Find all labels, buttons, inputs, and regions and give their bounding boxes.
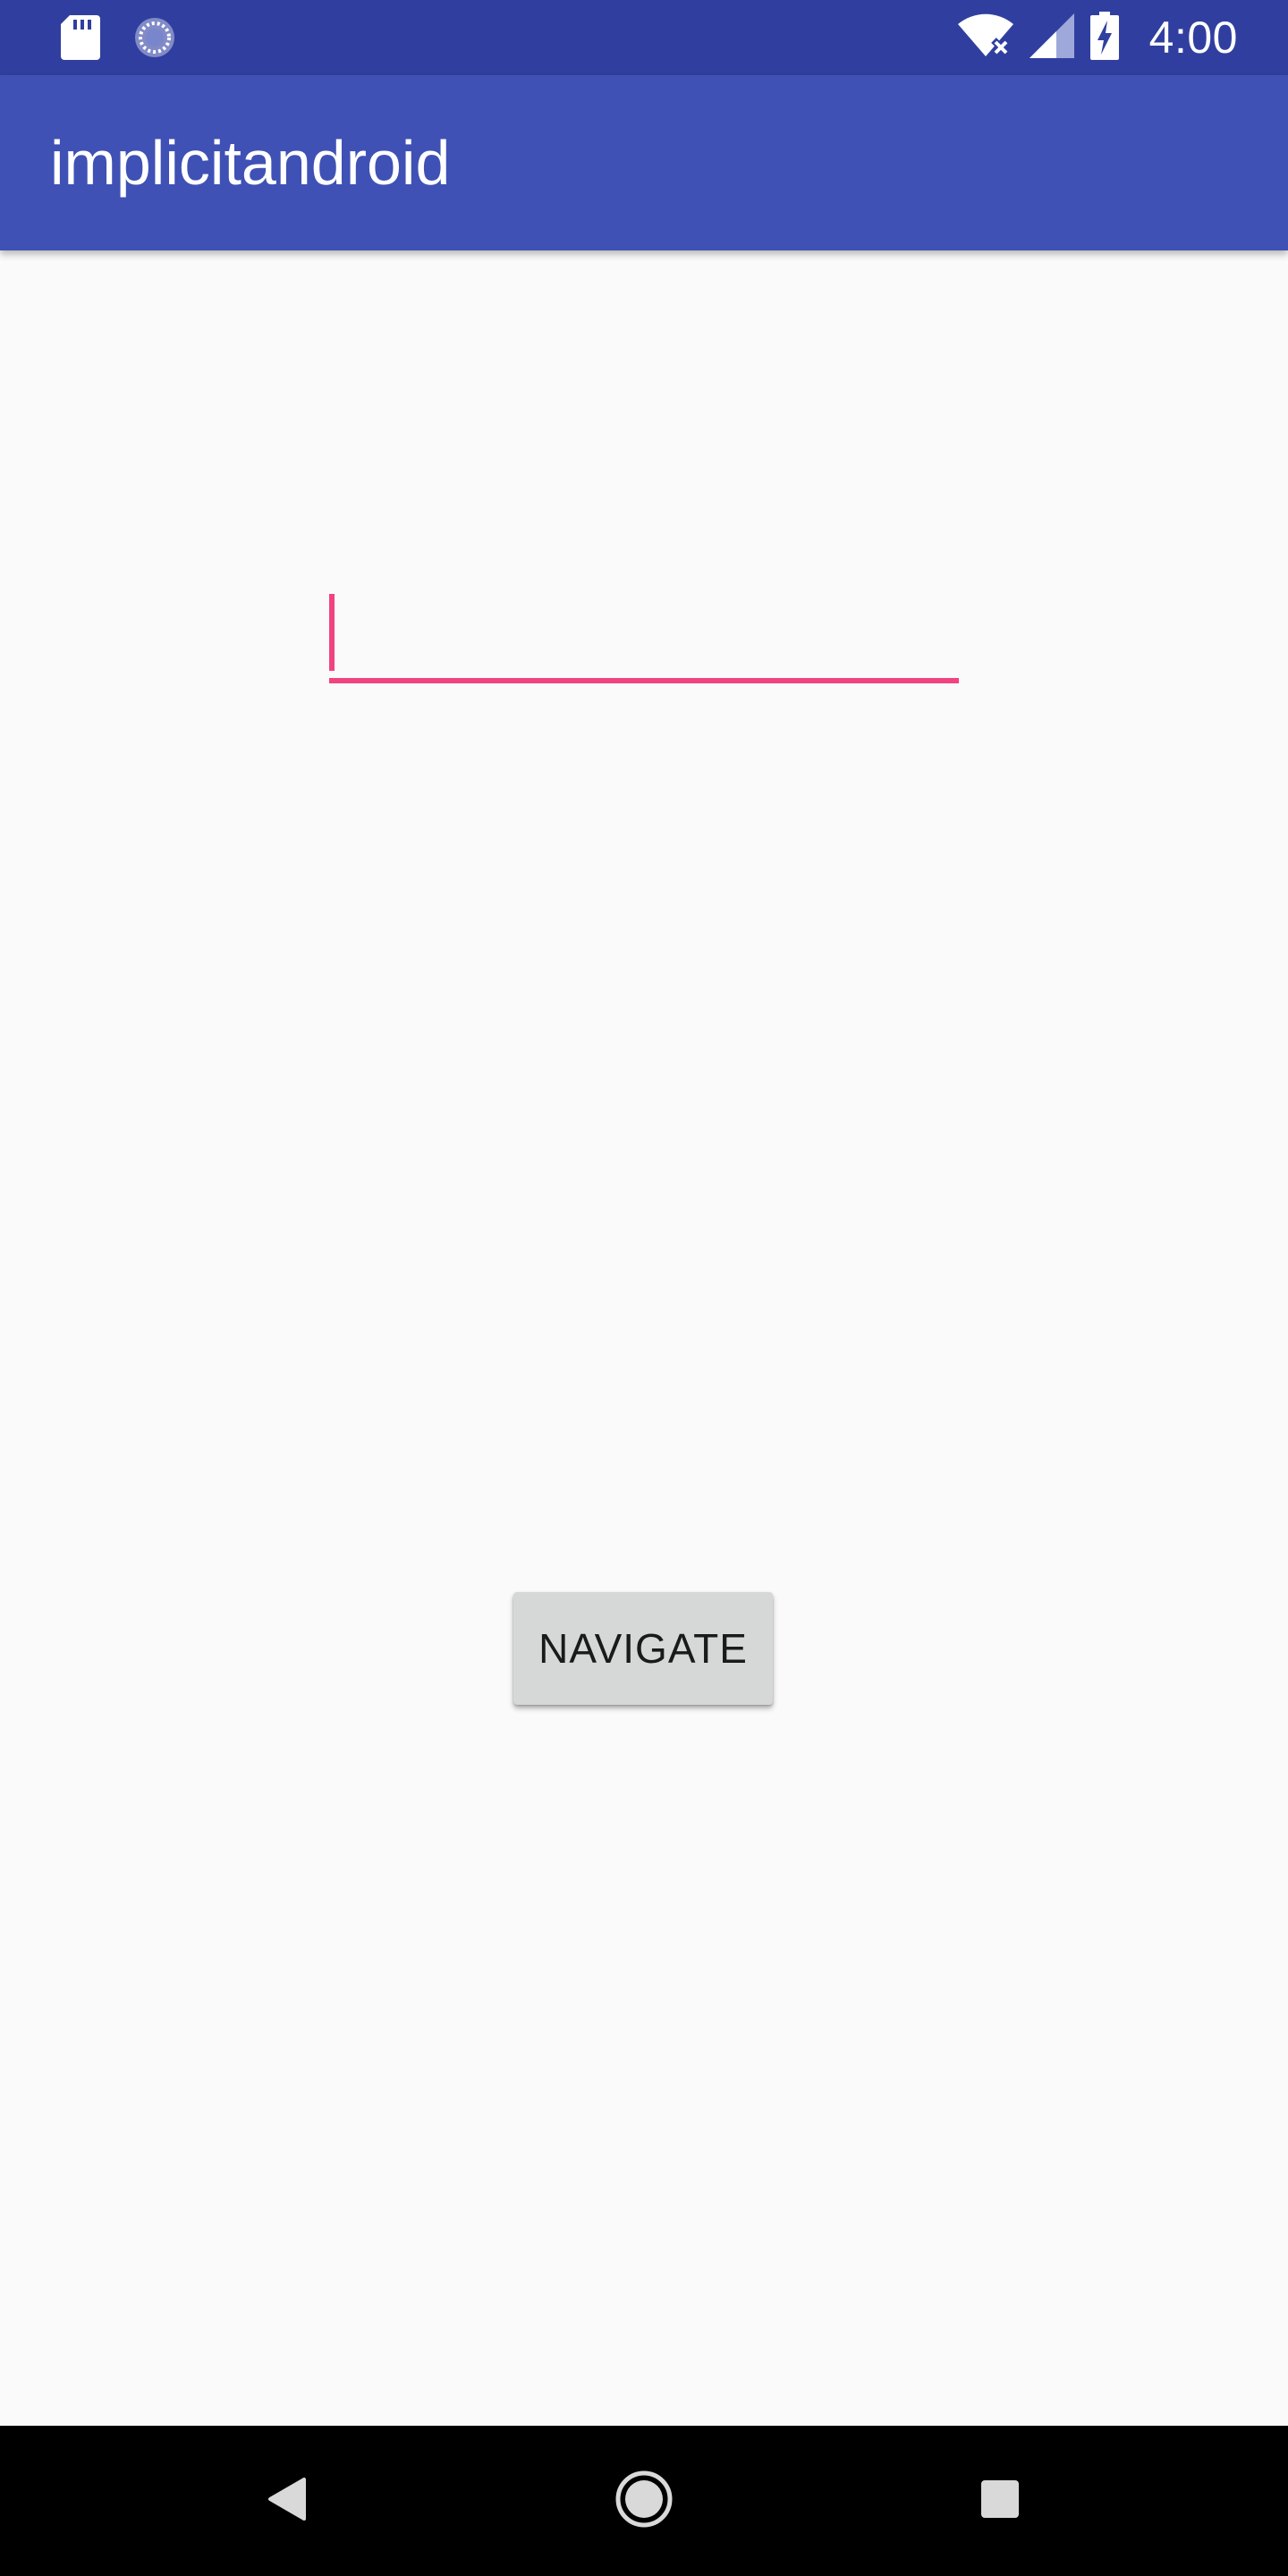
sync-icon [132,0,177,75]
recents-icon [980,2479,1020,2523]
app-title: implicitandroid [50,128,451,198]
text-cursor [329,594,335,671]
status-clock: 4:00 [1148,13,1238,63]
navigate-button[interactable]: NAVIGATE [513,1592,773,1705]
text-input-field[interactable] [329,592,959,683]
recents-button[interactable] [946,2426,1054,2576]
back-button[interactable] [233,2426,340,2576]
navigation-bar [0,2426,1288,2576]
back-icon [267,2477,306,2525]
cell-signal-icon [1029,13,1074,63]
home-button[interactable] [590,2426,698,2576]
wifi-off-icon [957,13,1013,63]
battery-charging-icon [1089,11,1119,64]
status-bar: 4:00 [0,0,1288,75]
sd-card-icon [61,0,100,75]
app-bar: implicitandroid [0,75,1288,250]
input-underline [329,678,959,683]
text-input[interactable] [329,592,959,676]
home-icon [614,2470,674,2533]
